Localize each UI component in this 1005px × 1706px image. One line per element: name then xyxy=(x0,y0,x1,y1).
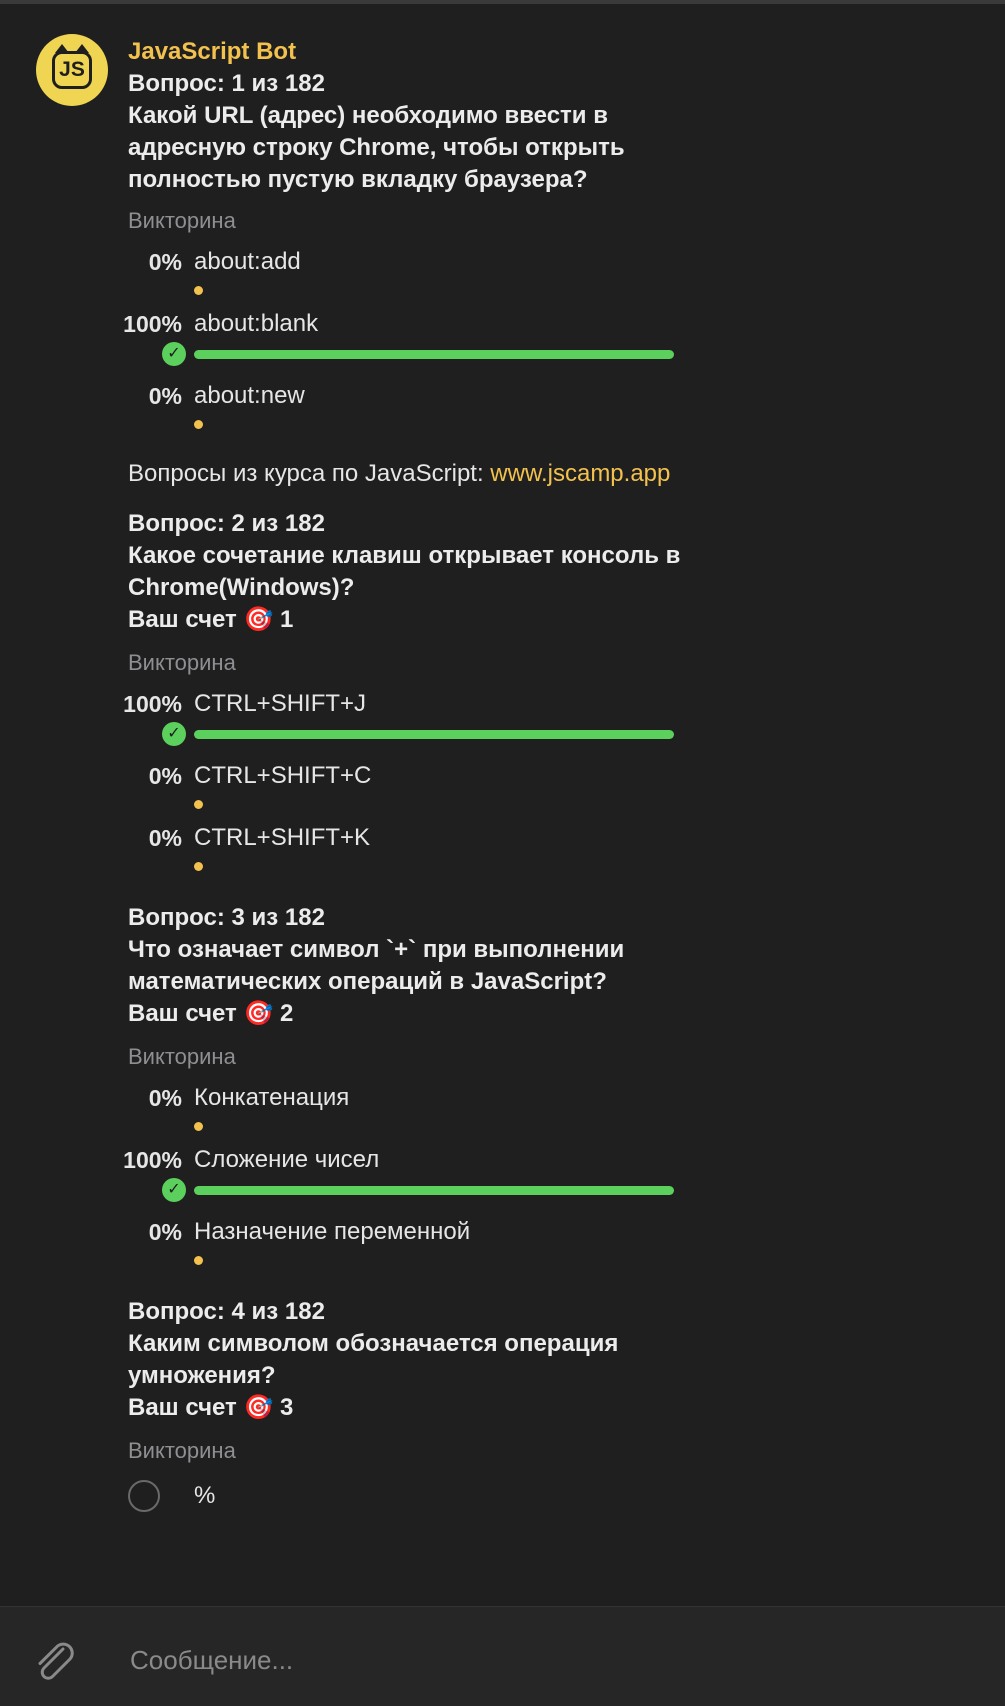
question-header: Вопрос: 2 из 182 xyxy=(128,510,325,537)
option-percent: 100% xyxy=(123,691,182,717)
quiz-message: Вопрос: 4 из 182 Каким символом обознача… xyxy=(128,1296,988,1524)
question-header: Вопрос: 1 из 182 xyxy=(128,70,325,97)
question-text-line: Что означает символ `+` при выполнении xyxy=(128,936,625,963)
option-text: CTRL+SHIFT+C xyxy=(194,762,372,789)
option-percent: 0% xyxy=(148,1085,182,1111)
score-line: Ваш счет 🎯 1 xyxy=(128,604,988,636)
quiz-type-label: Викторина xyxy=(128,1044,236,1069)
correct-check-icon: ✓ xyxy=(162,1178,186,1202)
poll-option: 0% about:new xyxy=(128,380,988,442)
result-bar xyxy=(194,286,203,295)
poll-option: 0% CTRL+SHIFT+K xyxy=(128,822,988,884)
dart-target-icon: 🎯 xyxy=(243,1394,274,1421)
question-text-line: Chrome(Windows)? xyxy=(128,574,355,601)
question-text-line: Какой URL (адрес) необходимо ввести в xyxy=(128,102,608,129)
score-label: Ваш счет xyxy=(128,1000,237,1027)
quiz-message: Вопрос: 2 из 182 Какое сочетание клавиш … xyxy=(123,508,988,884)
option-text: about:add xyxy=(194,248,301,275)
message-list: JavaScript Bot Вопрос: 1 из 182 Какой UR… xyxy=(123,36,988,1524)
poll-option: 100% CTRL+SHIFT+J ✓ xyxy=(123,688,988,760)
question-text-line: Каким символом обозначается операция xyxy=(128,1330,619,1357)
result-bar xyxy=(194,1122,203,1131)
question-text-line: полностью пустую вкладку браузера? xyxy=(128,166,588,193)
option-text: Сложение чисел xyxy=(194,1146,380,1173)
quiz-type-label: Викторина xyxy=(128,208,236,233)
score-value: 1 xyxy=(280,606,294,633)
option-text: Назначение переменной xyxy=(194,1218,471,1245)
correct-check-icon: ✓ xyxy=(162,722,186,746)
score-line: Ваш счет 🎯 3 xyxy=(128,1392,988,1424)
score-value: 3 xyxy=(280,1394,294,1421)
result-bar xyxy=(194,420,203,429)
top-divider xyxy=(0,0,1005,4)
result-bar xyxy=(194,1186,674,1195)
poll-option: 100% about:blank ✓ xyxy=(123,308,988,380)
correct-check-icon: ✓ xyxy=(162,342,186,366)
option-percent: 100% xyxy=(123,1147,182,1173)
message-composer xyxy=(0,1606,1005,1706)
option-text: % xyxy=(194,1482,216,1509)
poll-results: 0% Конкатенация 100% Сложение чисел ✓ 0% Назна… xyxy=(123,1082,988,1278)
poll-results: 100% CTRL+SHIFT+J ✓ 0% CTRL+SHIFT+C 0% CTRL+SH… xyxy=(123,688,988,884)
dart-target-icon: 🎯 xyxy=(243,606,274,633)
question-text-line: Какое сочетание клавиш открывает консоль… xyxy=(128,542,681,569)
poll-results: 0% about:add 100% about:blank ✓ 0% about:new xyxy=(123,246,988,442)
quiz-option[interactable]: % xyxy=(128,1474,988,1524)
option-text: CTRL+SHIFT+K xyxy=(194,824,371,851)
promo-text: Вопросы из курса по JavaScript: xyxy=(128,460,491,487)
message-input[interactable] xyxy=(128,1637,952,1683)
option-percent: 0% xyxy=(148,383,182,409)
poll-option: 0% Конкатенация xyxy=(128,1082,988,1144)
poll-option: 100% Сложение чисел ✓ xyxy=(123,1144,988,1216)
option-percent: 0% xyxy=(148,763,182,789)
poll-option: 0% about:add xyxy=(128,246,988,308)
dart-target-icon: 🎯 xyxy=(243,1000,274,1027)
question-text-line: адресную строку Chrome, чтобы открыть xyxy=(128,134,625,161)
option-text: CTRL+SHIFT+J xyxy=(194,690,367,717)
result-bar xyxy=(194,862,203,871)
result-bar xyxy=(194,730,674,739)
option-percent: 100% xyxy=(123,311,182,337)
course-promo: Вопросы из курса по JavaScript: www.jsca… xyxy=(128,458,988,490)
question-header: Вопрос: 4 из 182 xyxy=(128,1298,325,1325)
option-percent: 0% xyxy=(148,825,182,851)
poll-option: 0% Назначение переменной xyxy=(128,1216,988,1278)
result-bar xyxy=(194,350,674,359)
option-text: about:new xyxy=(194,382,305,409)
option-text: Конкатенация xyxy=(194,1084,350,1111)
sender-name[interactable]: JavaScript Bot xyxy=(128,36,988,68)
option-percent: 0% xyxy=(148,1219,182,1245)
score-label: Ваш счет xyxy=(128,1394,237,1421)
radio-button[interactable] xyxy=(128,1480,160,1512)
score-value: 2 xyxy=(280,1000,294,1027)
result-bar xyxy=(194,1256,203,1265)
paperclip-icon[interactable] xyxy=(30,1637,80,1687)
js-logo-icon: JS xyxy=(52,44,92,89)
quiz-message: Вопрос: 3 из 182 Что означает символ `+`… xyxy=(123,902,988,1278)
question-header: Вопрос: 3 из 182 xyxy=(128,904,325,931)
quiz-type-label: Викторина xyxy=(128,650,236,675)
question-text-line: умножения? xyxy=(128,1362,276,1389)
quiz-message: Вопрос: 1 из 182 Какой URL (адрес) необх… xyxy=(123,68,988,442)
option-percent: 0% xyxy=(148,249,182,275)
course-link[interactable]: www.jscamp.app xyxy=(490,460,670,487)
score-label: Ваш счет xyxy=(128,606,237,633)
quiz-type-label: Викторина xyxy=(128,1438,236,1463)
option-text: about:blank xyxy=(194,310,319,337)
bot-avatar[interactable]: JS xyxy=(36,34,108,106)
result-bar xyxy=(194,800,203,809)
question-text-line: математических операций в JavaScript? xyxy=(128,968,607,995)
poll-option: 0% CTRL+SHIFT+C xyxy=(128,760,988,822)
score-line: Ваш счет 🎯 2 xyxy=(128,998,988,1030)
